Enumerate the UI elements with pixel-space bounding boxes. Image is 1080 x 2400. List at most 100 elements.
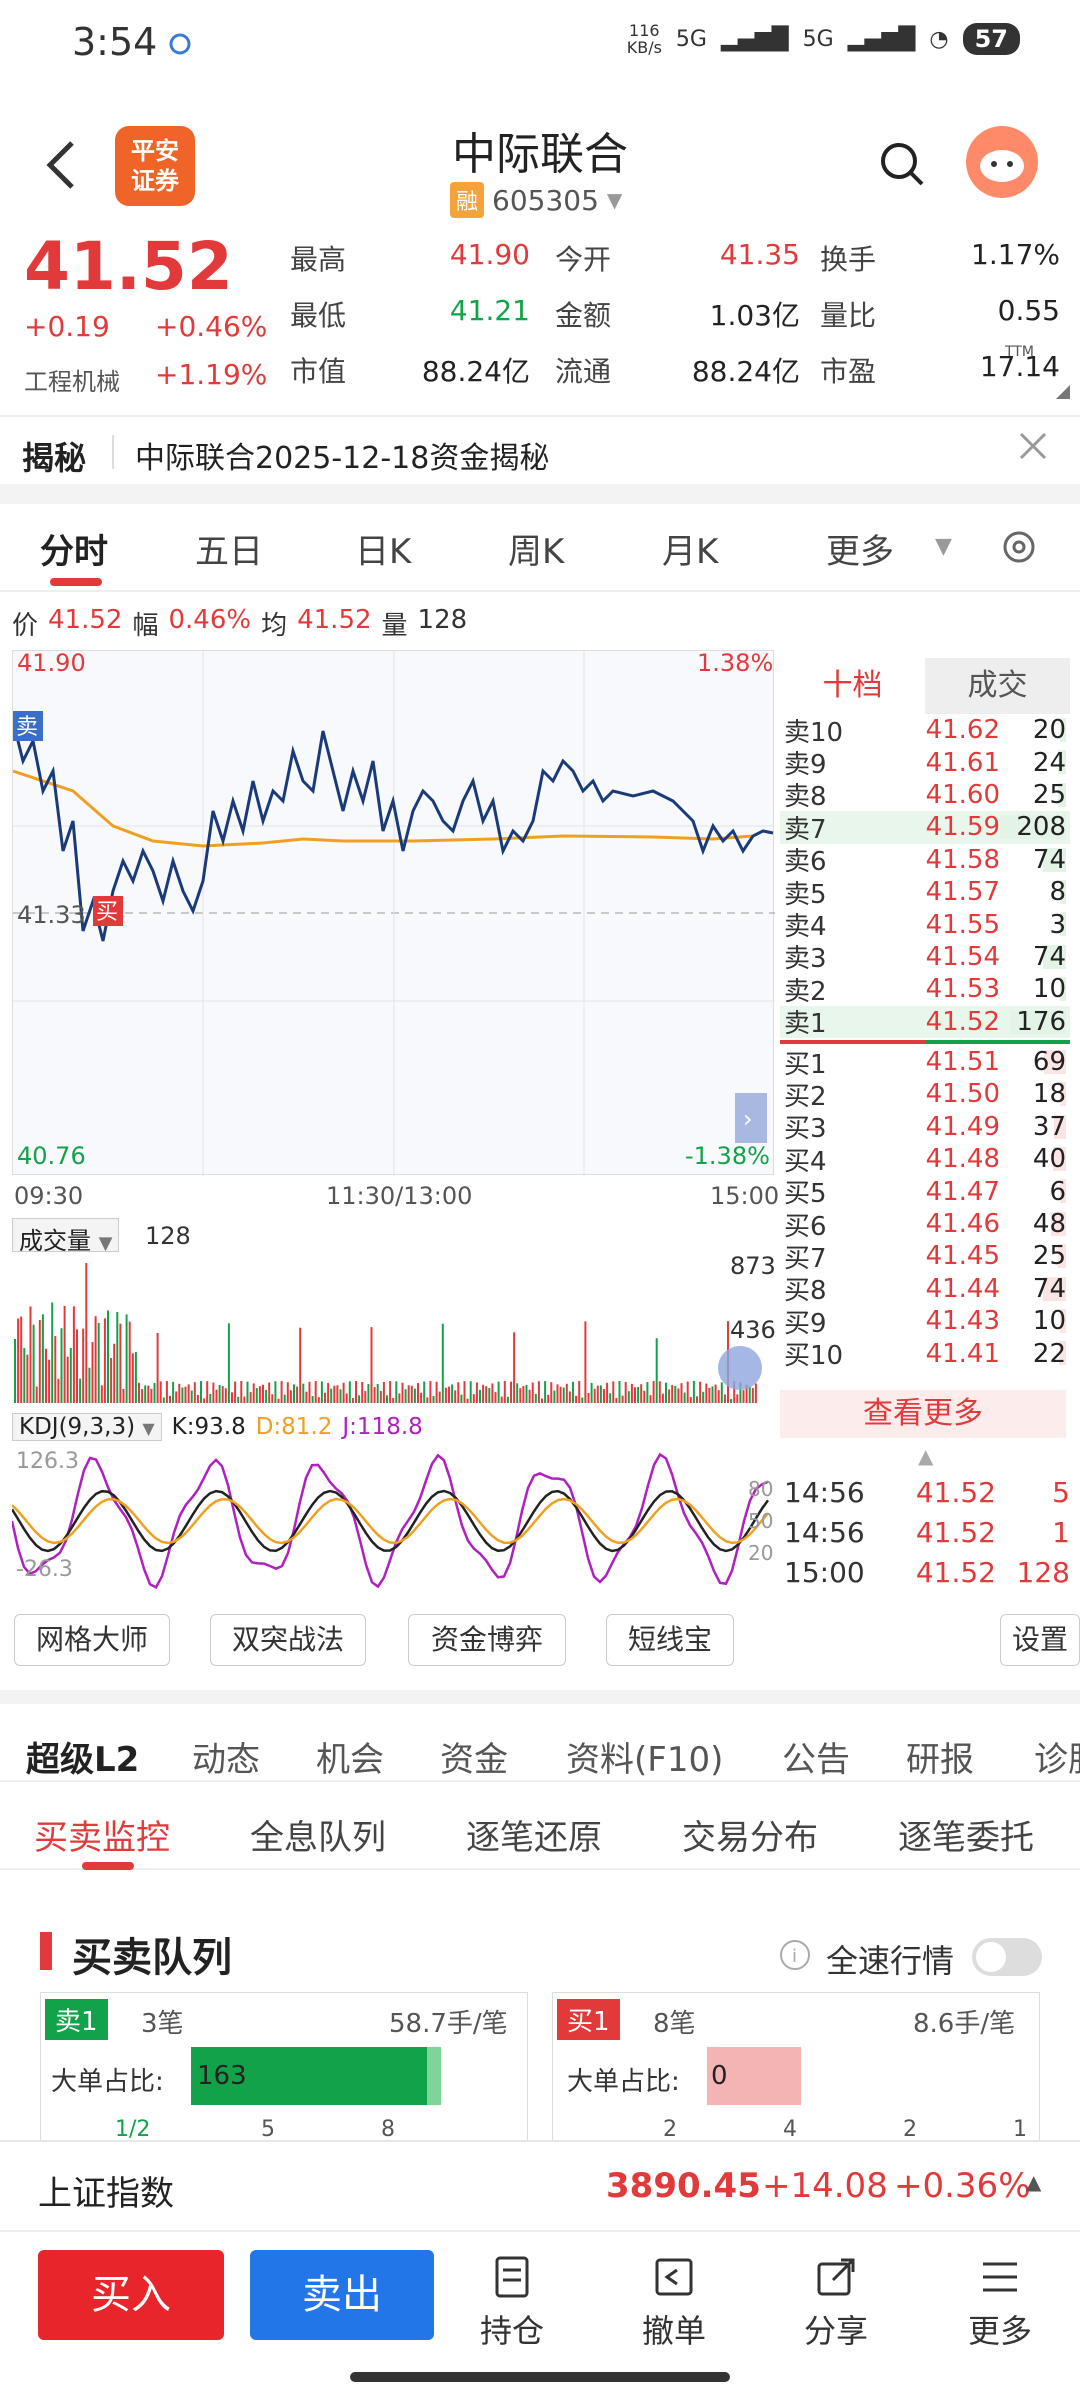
tab-monthly-k[interactable]: 月K — [662, 524, 718, 573]
tab-more[interactable]: 更多 — [826, 524, 894, 573]
industry-name[interactable]: 工程机械 — [24, 362, 120, 397]
settings-button[interactable]: 设置 — [1000, 1614, 1080, 1666]
tab-five-day[interactable]: 五日 — [195, 524, 263, 573]
short-line-button[interactable]: 短线宝 — [606, 1614, 734, 1666]
volume-bar — [41, 1314, 44, 1403]
tab-full-queue[interactable]: 全息队列 — [250, 1810, 386, 1859]
buy-button[interactable]: 买入 — [38, 2250, 224, 2340]
tab-research[interactable]: 研报 — [906, 1732, 974, 1781]
tab-weekly-k[interactable]: 周K — [508, 524, 564, 573]
ask-row[interactable]: 卖10 41.62 20 — [780, 714, 1070, 748]
grid-master-button[interactable]: 网格大师 — [14, 1614, 170, 1666]
index-value: 3890.45 — [606, 2166, 761, 2206]
intraday-chart[interactable]: 41.90 41.33 40.76 1.38% -1.38% 卖 买 › — [11, 649, 775, 1176]
tick-row: 14:56 41.52 5 — [784, 1472, 1070, 1512]
tab-f10[interactable]: 资料(F10) — [566, 1732, 723, 1781]
bid-row[interactable]: 买9 41.43 10 — [780, 1305, 1070, 1339]
ttm-label: TTM — [1005, 344, 1034, 360]
volume-bar — [277, 1398, 280, 1403]
nav-cancel-order[interactable]: 撤单 — [624, 2254, 724, 2352]
level-volume: 37 — [1032, 1111, 1066, 1142]
level-volume: 48 — [1032, 1209, 1066, 1240]
index-bar[interactable]: 上证指数 3890.45 +14.08 +0.36% ▲ — [0, 2140, 1080, 2230]
tab-trades[interactable]: 成交 — [925, 658, 1070, 714]
volume-bar — [503, 1381, 506, 1403]
volume-bar — [286, 1382, 289, 1403]
tab-intraday[interactable]: 分时 — [40, 524, 108, 573]
volume-bar — [448, 1386, 450, 1403]
tick-time: 15:00 — [784, 1555, 865, 1589]
tab-tick-orders[interactable]: 逐笔委托 — [898, 1810, 1034, 1859]
quote-field-label: 最低 — [290, 299, 347, 332]
ask-row[interactable]: 卖8 41.60 25 — [780, 779, 1070, 812]
volume-bar — [596, 1385, 599, 1403]
bid-row[interactable]: 买5 41.47 6 — [780, 1175, 1070, 1209]
tab-opportunity[interactable]: 机会 — [316, 1732, 384, 1781]
kdj-chart[interactable]: 126.3 -26.3 80 50 20 — [12, 1446, 774, 1596]
info-icon[interactable]: i — [778, 1938, 812, 1972]
kdj-selector[interactable]: KDJ(9,3,3) ▼ — [12, 1413, 162, 1441]
volume-bar — [348, 1381, 351, 1403]
settings-gear-icon[interactable] — [998, 526, 1040, 568]
ask-row[interactable]: 卖6 41.58 74 — [780, 844, 1070, 877]
reveal-bar[interactable]: 揭秘 中际联合2025-12-18资金揭秘 — [0, 415, 1080, 485]
volume-bar — [94, 1316, 97, 1403]
ask-row[interactable]: 卖7 41.59 208 — [780, 811, 1070, 845]
see-more-button[interactable]: 查看更多 — [780, 1390, 1066, 1438]
ask-row[interactable]: 卖1 41.52 176 — [780, 1005, 1070, 1039]
volume-bar — [63, 1305, 66, 1403]
tab-trade-monitor[interactable]: 买卖监控 — [34, 1810, 170, 1859]
fullscreen-icon[interactable] — [718, 1346, 762, 1390]
volume-bar — [193, 1382, 196, 1403]
fund-game-button[interactable]: 资金博弈 — [408, 1614, 566, 1666]
volume-bar — [686, 1381, 689, 1403]
tab-daily-k[interactable]: 日K — [355, 524, 411, 573]
close-icon[interactable] — [1018, 431, 1048, 461]
volume-bar — [627, 1391, 630, 1403]
level-volume: 20 — [1032, 715, 1066, 746]
ask-row[interactable]: 卖4 41.55 3 — [780, 908, 1070, 942]
nav-share[interactable]: 分享 — [786, 2254, 886, 2352]
bid-row[interactable]: 买8 41.44 74 — [780, 1273, 1070, 1306]
fast-mode-toggle[interactable] — [972, 1938, 1042, 1976]
bid-row[interactable]: 买4 41.48 40 — [780, 1143, 1070, 1177]
nav-holdings[interactable]: 持仓 — [462, 2254, 562, 2352]
bid-row[interactable]: 买6 41.46 48 — [780, 1208, 1070, 1242]
ask-row[interactable]: 卖5 41.57 8 — [780, 876, 1070, 910]
volume-selector[interactable]: 成交量 ▼ — [12, 1218, 120, 1255]
nav-more[interactable]: 更多 — [950, 2254, 1050, 2352]
search-icon[interactable] — [878, 140, 926, 188]
tab-funds[interactable]: 资金 — [440, 1732, 508, 1781]
bid-row[interactable]: 买3 41.49 37 — [780, 1111, 1070, 1144]
tab-super-l2[interactable]: 超级L2 — [26, 1732, 139, 1781]
volume-bar — [100, 1385, 103, 1403]
volume-bar — [581, 1397, 584, 1403]
volume-bar — [677, 1388, 680, 1403]
tab-diagnosis[interactable]: 诊股 — [1034, 1732, 1080, 1781]
quote-field-value: 1.03亿 — [709, 299, 800, 332]
bid-row[interactable]: 买2 41.50 18 — [780, 1078, 1070, 1112]
tab-trade-distribution[interactable]: 交易分布 — [682, 1810, 818, 1859]
assistant-avatar-icon[interactable] — [966, 126, 1038, 198]
tick-volume: 1 — [1052, 1515, 1070, 1549]
volume-chart[interactable] — [12, 1258, 774, 1408]
bid-row[interactable]: 买10 41.41 22 — [780, 1337, 1070, 1371]
stock-code-row[interactable]: 融 605305 ▼ — [450, 182, 622, 218]
sell-button[interactable]: 卖出 — [250, 2250, 434, 2340]
volume-bar — [652, 1381, 655, 1403]
ask-row[interactable]: 卖9 41.61 24 — [780, 746, 1070, 780]
volume-bar — [590, 1382, 593, 1403]
volume-bar — [612, 1381, 615, 1403]
volume-bar — [382, 1381, 385, 1403]
tab-tick-restore[interactable]: 逐笔还原 — [466, 1810, 602, 1859]
ask-row[interactable]: 卖2 41.53 10 — [780, 973, 1070, 1007]
volume-bar — [172, 1381, 175, 1403]
tab-ten-levels[interactable]: 十档 — [780, 658, 925, 714]
tab-announcement[interactable]: 公告 — [782, 1732, 850, 1781]
tab-news[interactable]: 动态 — [192, 1732, 260, 1781]
double-break-button[interactable]: 双突战法 — [210, 1614, 366, 1666]
bid-row[interactable]: 买7 41.45 25 — [780, 1240, 1070, 1274]
bid-row[interactable]: 买1 41.51 69 — [780, 1046, 1070, 1080]
volume-bar — [54, 1336, 57, 1403]
ask-row[interactable]: 卖3 41.54 74 — [780, 941, 1070, 974]
